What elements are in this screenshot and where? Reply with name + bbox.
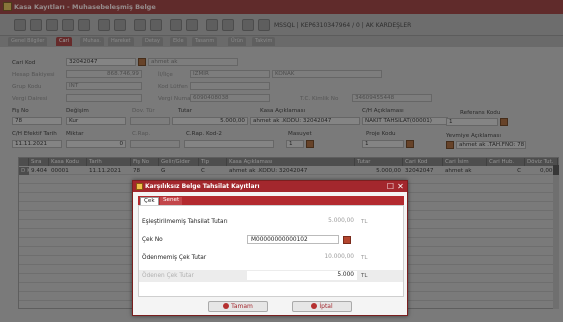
eslestirilmemis-row: Eşleştirilmemiş Tahsilat Tutarı 5.000,00…: [139, 216, 403, 228]
maximize-icon[interactable]: ☐: [386, 182, 395, 191]
cancel-button[interactable]: İptal: [292, 301, 352, 312]
eslestirilmemis-unit: TL: [361, 219, 368, 225]
cek-no-field[interactable]: M00000000000102: [247, 235, 339, 244]
odenmemis-label: Ödenmemiş Çek Tutar: [142, 255, 207, 261]
dialog-tabs: Çek Senet: [138, 196, 404, 205]
odenmemis-field: 10.000,00: [324, 254, 354, 260]
tab-cek[interactable]: Çek: [140, 197, 159, 205]
dialog-app-icon: [136, 183, 143, 190]
ok-label: Tamam: [231, 303, 253, 310]
odenen-field[interactable]: 5.000: [247, 271, 357, 280]
cek-no-label: Çek No: [142, 237, 163, 243]
eslestirilmemis-label: Eşleştirilmemiş Tahsilat Tutarı: [142, 219, 228, 225]
ok-icon: [223, 303, 230, 309]
odenmemis-row: Ödenmemiş Çek Tutar 10.000,00 TL: [139, 252, 403, 264]
tahsilat-dialog: Karşılıksız Belge Tahsilat Kayıtları ☐ ✕…: [132, 180, 408, 316]
cancel-icon: [311, 303, 318, 309]
dialog-titlebar: Karşılıksız Belge Tahsilat Kayıtları ☐ ✕: [133, 181, 407, 192]
odenen-label: Ödenen Çek Tutar: [142, 273, 194, 279]
odenmemis-unit: TL: [361, 255, 368, 261]
odenen-unit: TL: [361, 273, 368, 279]
eslestirilmemis-field: 5.000,00: [328, 218, 354, 224]
cancel-label: İptal: [319, 303, 333, 310]
odenen-row: Ödenen Çek Tutar 5.000 TL: [139, 270, 403, 282]
dialog-footer: Tamam İptal: [138, 299, 404, 315]
dialog-body: Eşleştirilmemiş Tahsilat Tutarı 5.000,00…: [138, 205, 404, 297]
tab-senet[interactable]: Senet: [160, 197, 183, 205]
close-icon[interactable]: ✕: [396, 182, 405, 191]
cek-no-row: Çek No M00000000000102: [139, 234, 403, 246]
ok-button[interactable]: Tamam: [208, 301, 268, 312]
cek-no-lookup-button[interactable]: [343, 236, 351, 244]
dialog-title: Karşılıksız Belge Tahsilat Kayıtları: [145, 183, 260, 190]
